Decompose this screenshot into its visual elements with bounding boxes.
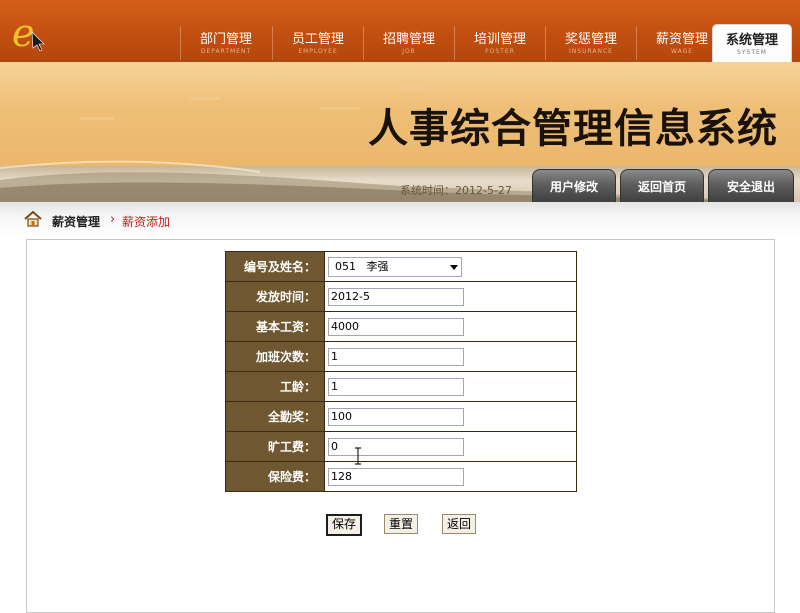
nav-sublabel: DEPARTMENT — [200, 48, 252, 55]
reset-button[interactable]: 重置 — [384, 514, 418, 534]
logout-button[interactable]: 安全退出 — [708, 169, 794, 202]
nav-sublabel: EMPLOYEE — [298, 48, 338, 55]
form-row: 旷工费： — [225, 431, 577, 462]
user-edit-button[interactable]: 用户修改 — [532, 169, 616, 202]
insurance-fee-cell — [324, 461, 577, 492]
insurance-fee-input[interactable] — [328, 467, 464, 486]
base-salary-input[interactable] — [328, 317, 464, 336]
employee-cell: 051 李强 — [324, 251, 577, 282]
seniority-input[interactable] — [328, 377, 464, 396]
nav-recruitment[interactable]: 招聘管理 JOB — [363, 26, 454, 60]
issue-date-cell — [324, 281, 577, 312]
chevron-right-icon: › — [110, 212, 116, 227]
attendance-bonus-label: 全勤奖： — [225, 401, 325, 432]
nav-system[interactable]: 系统管理 SYSTEM — [712, 24, 792, 63]
absence-fee-label: 旷工费： — [225, 431, 325, 462]
breadcrumb-parent[interactable]: 薪资管理 — [52, 213, 100, 230]
home-icon — [24, 211, 42, 227]
issue-date-input[interactable] — [328, 287, 464, 306]
nav-label: 员工管理 — [291, 32, 344, 47]
system-time-label: 系统时间： — [400, 184, 455, 197]
salary-form: 编号及姓名： 051 李强 发放时间： 基本工资： 加班次数： — [225, 251, 577, 492]
nav-label: 系统管理 — [725, 33, 778, 48]
form-row: 工龄： — [225, 371, 577, 402]
attendance-bonus-input[interactable] — [328, 407, 464, 426]
form-row: 加班次数： — [225, 341, 577, 372]
nav-training[interactable]: 培训管理 FOSTER — [454, 26, 545, 60]
save-button[interactable]: 保存 — [326, 514, 362, 536]
attendance-bonus-cell — [324, 401, 577, 432]
system-title: 人事综合管理信息系统 — [368, 105, 778, 152]
form-row: 编号及姓名： 051 李强 — [225, 251, 577, 282]
back-button[interactable]: 返回 — [442, 514, 476, 534]
form-row: 全勤奖： — [225, 401, 577, 432]
logo-icon: e — [12, 11, 45, 54]
overtime-count-cell — [324, 341, 577, 372]
base-salary-label: 基本工资： — [225, 311, 325, 342]
breadcrumb: 薪资管理 › 薪资添加 — [0, 202, 800, 238]
text-cursor-icon — [355, 447, 361, 465]
chevron-down-icon — [450, 264, 458, 270]
form-row: 发放时间： — [225, 281, 577, 312]
nav-label: 招聘管理 — [382, 32, 435, 47]
employee-select[interactable]: 051 李强 — [328, 256, 462, 277]
nav-sublabel: FOSTER — [485, 48, 515, 55]
insurance-fee-label: 保险费： — [225, 461, 325, 492]
nav-rewards[interactable]: 奖惩管理 INSURANCE — [545, 26, 636, 60]
absence-fee-input[interactable] — [328, 437, 464, 456]
issue-date-label: 发放时间： — [225, 281, 325, 312]
top-nav-bar: e 部门管理 DEPARTMENT 员工管理 EMPLOYEE 招聘管理 JOB… — [0, 0, 800, 63]
nav-label: 奖惩管理 — [564, 32, 617, 47]
breadcrumb-current: 薪资添加 — [122, 215, 171, 229]
form-row: 基本工资： — [225, 311, 577, 342]
absence-fee-cell — [324, 431, 577, 462]
content-panel: 编号及姓名： 051 李强 发放时间： 基本工资： 加班次数： — [26, 239, 775, 613]
overtime-count-input[interactable] — [328, 347, 464, 366]
nav-department[interactable]: 部门管理 DEPARTMENT — [180, 26, 271, 60]
nav-label: 部门管理 — [199, 32, 252, 47]
nav-employee[interactable]: 员工管理 EMPLOYEE — [272, 26, 363, 60]
form-row: 保险费： — [225, 461, 577, 492]
overtime-count-label: 加班次数： — [225, 341, 325, 372]
employee-select-value: 051 李强 — [335, 259, 389, 273]
base-salary-cell — [324, 311, 577, 342]
nav-label: 培训管理 — [473, 32, 526, 47]
nav-sublabel: SYSTEM — [737, 49, 767, 56]
svg-text:e: e — [12, 11, 35, 54]
system-time: 系统时间：2012-5-27 — [400, 182, 512, 198]
nav-sublabel: JOB — [402, 48, 416, 55]
seniority-cell — [324, 371, 577, 402]
employee-label: 编号及姓名： — [225, 251, 325, 282]
nav-sublabel: INSURANCE — [569, 48, 613, 55]
home-button[interactable]: 返回首页 — [620, 169, 704, 202]
system-time-value: 2012-5-27 — [455, 184, 512, 197]
seniority-label: 工龄： — [225, 371, 325, 402]
